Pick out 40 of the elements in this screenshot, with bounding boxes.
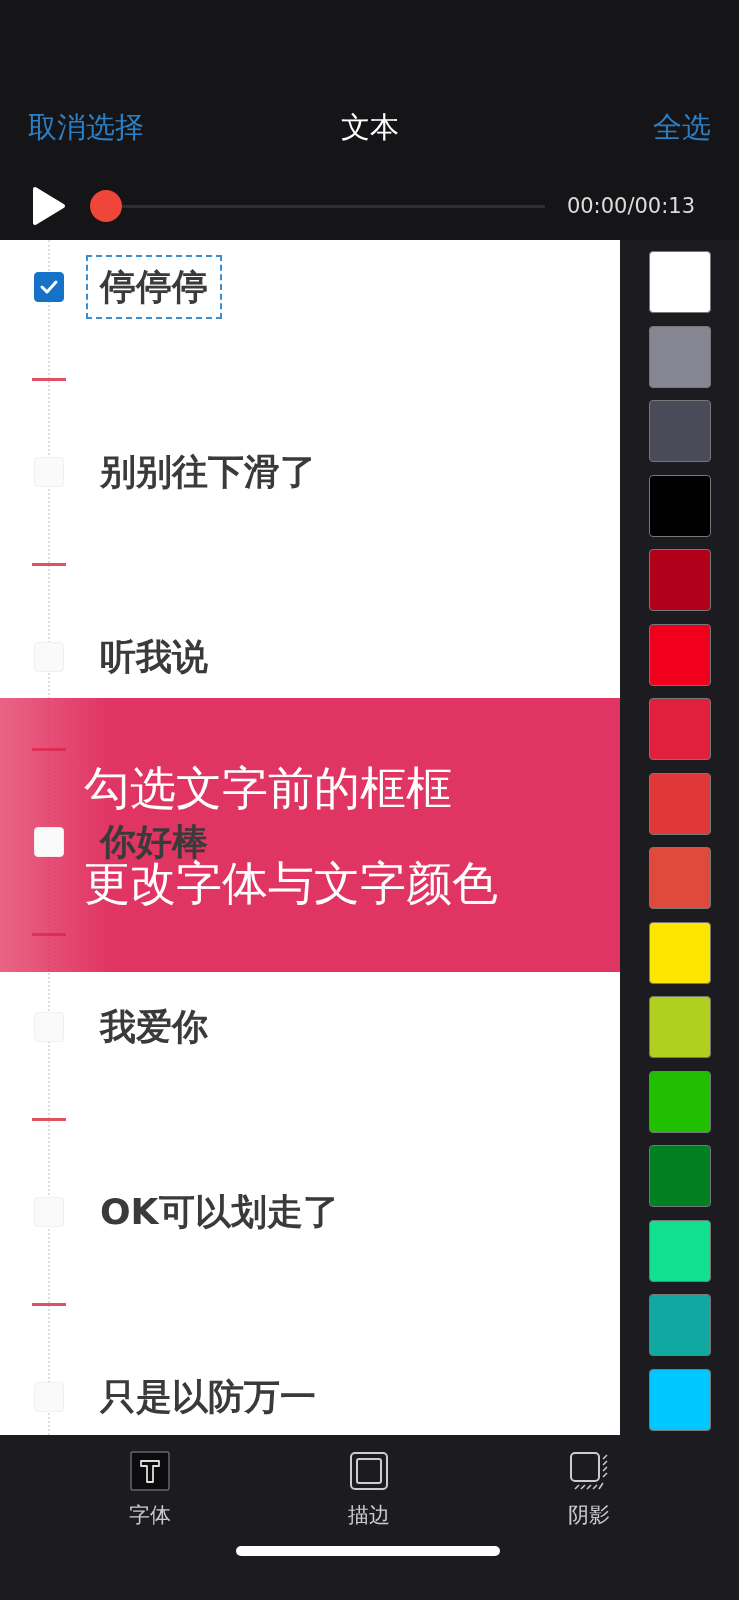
- tab-label[interactable]: 阴影: [568, 1501, 611, 1529]
- color-swatch[interactable]: [648, 1145, 711, 1207]
- color-swatch[interactable]: [648, 1294, 711, 1356]
- screen-title: 文本: [340, 109, 399, 146]
- playback-thumb[interactable]: [90, 190, 122, 222]
- color-swatch[interactable]: [648, 1070, 711, 1133]
- deselect-button[interactable]: 取消选择: [28, 108, 144, 148]
- subtitle-text[interactable]: 停停停: [86, 255, 222, 319]
- split-marker: [32, 563, 66, 566]
- font-icon[interactable]: [129, 1451, 170, 1491]
- color-swatch[interactable]: [648, 772, 711, 835]
- split-marker: [32, 378, 66, 381]
- color-swatch[interactable]: [648, 623, 711, 686]
- select-all-button[interactable]: 全选: [653, 108, 711, 148]
- color-swatch[interactable]: [648, 325, 711, 388]
- caption-text: 勾选文字前的框框: [84, 762, 452, 813]
- color-swatch[interactable]: [648, 251, 711, 313]
- square-icon[interactable]: [349, 1451, 390, 1491]
- shadow-icon[interactable]: [569, 1451, 610, 1491]
- subtitle-text[interactable]: 别别往下滑了: [100, 454, 316, 490]
- tab-label[interactable]: 字体: [128, 1501, 171, 1529]
- checkbox[interactable]: [34, 272, 64, 302]
- color-swatch[interactable]: [648, 847, 711, 909]
- color-swatch[interactable]: [648, 698, 711, 760]
- color-swatch[interactable]: [648, 996, 711, 1058]
- play-icon[interactable]: [32, 186, 66, 226]
- subtitle-text[interactable]: 我爱你: [100, 1009, 208, 1045]
- split-marker: [32, 1118, 66, 1121]
- tab-label[interactable]: 描边: [348, 1501, 391, 1529]
- subtitle-text[interactable]: OK可以划走了: [100, 1194, 339, 1230]
- color-swatch[interactable]: [648, 921, 711, 984]
- color-swatch[interactable]: [648, 400, 711, 462]
- playback-time: 00:00/00:13: [566, 194, 695, 218]
- subtitle-text[interactable]: 听我说: [100, 639, 208, 675]
- color-swatch[interactable]: [648, 549, 711, 611]
- split-marker: [32, 1303, 66, 1306]
- color-swatch[interactable]: [648, 1219, 711, 1282]
- color-swatch[interactable]: [648, 1368, 711, 1431]
- subtitle-text[interactable]: 只是以防万一: [100, 1379, 316, 1415]
- color-swatch[interactable]: [648, 474, 711, 537]
